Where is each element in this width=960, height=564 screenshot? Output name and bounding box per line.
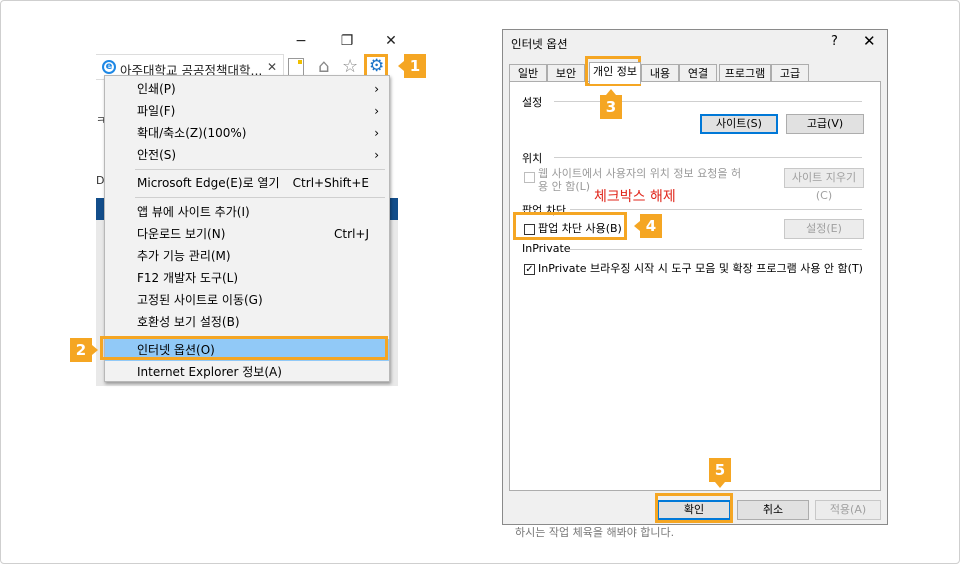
- dialog-title: 인터넷 옵션: [511, 37, 568, 51]
- sites-button[interactable]: 사이트(S): [700, 114, 778, 134]
- callout-badge-5: 5: [709, 458, 731, 482]
- menu-item-label: 인쇄(P): [137, 82, 176, 96]
- menu-item-zoom[interactable]: 확대/축소(Z)(100%) ›: [105, 122, 389, 144]
- popup-checkbox-highlight: [513, 212, 627, 240]
- dialog-close-icon[interactable]: ✕: [863, 32, 876, 50]
- group-divider: [570, 249, 862, 250]
- tab-content[interactable]: 내용: [641, 64, 679, 82]
- clear-sites-button[interactable]: 사이트 지우기(C): [784, 168, 864, 202]
- location-checkbox[interactable]: [524, 172, 535, 183]
- chevron-right-icon: ›: [374, 82, 379, 96]
- menu-item-label: Microsoft Edge(E)로 열기: [137, 176, 280, 190]
- group-divider: [570, 209, 862, 210]
- tab-advanced[interactable]: 고급: [771, 64, 809, 82]
- new-tab-icon[interactable]: [288, 58, 304, 76]
- cancel-button[interactable]: 취소: [737, 500, 809, 520]
- tab-security[interactable]: 보안: [547, 64, 585, 82]
- tab-privacy[interactable]: 개인 정보: [589, 62, 641, 84]
- inprivate-group-label: InPrivate: [522, 242, 571, 255]
- menu-item-label: 앱 뷰에 사이트 추가(I): [137, 205, 250, 219]
- menu-item-label: 안전(S): [137, 148, 177, 162]
- ie-titlebar: − ❐ ✕: [96, 30, 398, 52]
- help-icon[interactable]: ?: [831, 34, 838, 49]
- truncated-caption: 하시는 작업 체육을 해봐야 합니다.: [515, 526, 675, 539]
- menu-item-open-edge[interactable]: Microsoft Edge(E)로 열기 Ctrl+Shift+E: [105, 172, 389, 194]
- menu-divider: [135, 169, 385, 170]
- tab-general[interactable]: 일반: [509, 64, 547, 82]
- tab-close-icon[interactable]: ✕: [267, 60, 277, 74]
- ok-button-highlight: [655, 493, 733, 523]
- menu-item-downloads[interactable]: 다운로드 보기(N) Ctrl+J: [105, 223, 389, 245]
- settings-group-label: 설정: [522, 96, 543, 109]
- menu-item-label: 추가 기능 관리(M): [137, 249, 231, 263]
- menu-item-devtools[interactable]: F12 개발자 도구(L): [105, 267, 389, 289]
- menu-item-label: F12 개발자 도구(L): [137, 271, 239, 285]
- tab-programs[interactable]: 프로그램: [719, 64, 771, 82]
- menu-item-label: Internet Explorer 정보(A): [137, 365, 282, 379]
- menu-item-addons[interactable]: 추가 기능 관리(M): [105, 245, 389, 267]
- ie-logo-icon: e: [102, 60, 116, 74]
- location-group-label: 위치: [522, 152, 543, 165]
- menu-divider: [135, 197, 385, 198]
- location-checkbox-label-2: 용 안 함(L): [538, 180, 591, 193]
- minimize-button[interactable]: −: [290, 32, 312, 50]
- close-button[interactable]: ✕: [380, 32, 398, 50]
- privacy-panel: 설정 사이트(S) 고급(V) 위치 웹 사이트에서 사용자의 위치 정보 요청…: [509, 81, 881, 491]
- chevron-right-icon: ›: [374, 104, 379, 118]
- menu-item-label: 파일(F): [137, 104, 176, 118]
- internet-options-dialog: 인터넷 옵션 ? ✕ 일반 보안 개인 정보 내용 연결 프로그램 고급 설정 …: [502, 29, 888, 525]
- callout-badge-2: 2: [70, 338, 92, 362]
- menu-item-label: 확대/축소(Z)(100%): [137, 126, 247, 140]
- menu-item-label: 호환성 보기 설정(B): [137, 315, 240, 329]
- callout-pointer: [715, 482, 725, 488]
- menu-item-about-ie[interactable]: Internet Explorer 정보(A): [105, 361, 389, 383]
- chevron-right-icon: ›: [374, 126, 379, 140]
- group-divider: [554, 157, 862, 158]
- callout-badge-3: 3: [600, 95, 622, 119]
- tab-connections[interactable]: 연결: [679, 64, 717, 82]
- popup-settings-button[interactable]: 설정(E): [784, 219, 864, 239]
- inprivate-label: InPrivate 브라우징 시작 시 도구 모음 및 확장 프로그램 사용 안…: [538, 262, 863, 275]
- location-checkbox-label: 웹 사이트에서 사용자의 위치 정보 요청을 허: [538, 167, 742, 180]
- internet-options-highlight: [100, 336, 388, 360]
- menu-shortcut: Ctrl+Shift+E: [292, 176, 369, 190]
- callout-badge-1: 1: [404, 54, 426, 78]
- menu-shortcut: Ctrl+J: [334, 227, 369, 241]
- menu-item-pinned-sites[interactable]: 고정된 사이트로 이동(G): [105, 289, 389, 311]
- restore-button[interactable]: ❐: [336, 32, 358, 50]
- menu-item-print[interactable]: 인쇄(P) ›: [105, 78, 389, 100]
- chevron-right-icon: ›: [374, 148, 379, 162]
- advanced-button[interactable]: 고급(V): [786, 114, 864, 134]
- callout-pointer: [92, 345, 98, 355]
- apply-button[interactable]: 적용(A): [815, 500, 881, 520]
- menu-item-safety[interactable]: 안전(S) ›: [105, 144, 389, 166]
- menu-item-add-app-view[interactable]: 앱 뷰에 사이트 추가(I): [105, 201, 389, 223]
- menu-item-label: 고정된 사이트로 이동(G): [137, 293, 263, 307]
- gear-icon: ⚙: [369, 56, 385, 76]
- uncheck-note: 체크박스 해제: [594, 189, 676, 205]
- inprivate-checkbox[interactable]: ✓: [524, 264, 535, 275]
- callout-badge-4: 4: [640, 214, 662, 238]
- menu-item-label: 다운로드 보기(N): [137, 227, 226, 241]
- menu-item-compat-view[interactable]: 호환성 보기 설정(B): [105, 311, 389, 333]
- menu-item-file[interactable]: 파일(F) ›: [105, 100, 389, 122]
